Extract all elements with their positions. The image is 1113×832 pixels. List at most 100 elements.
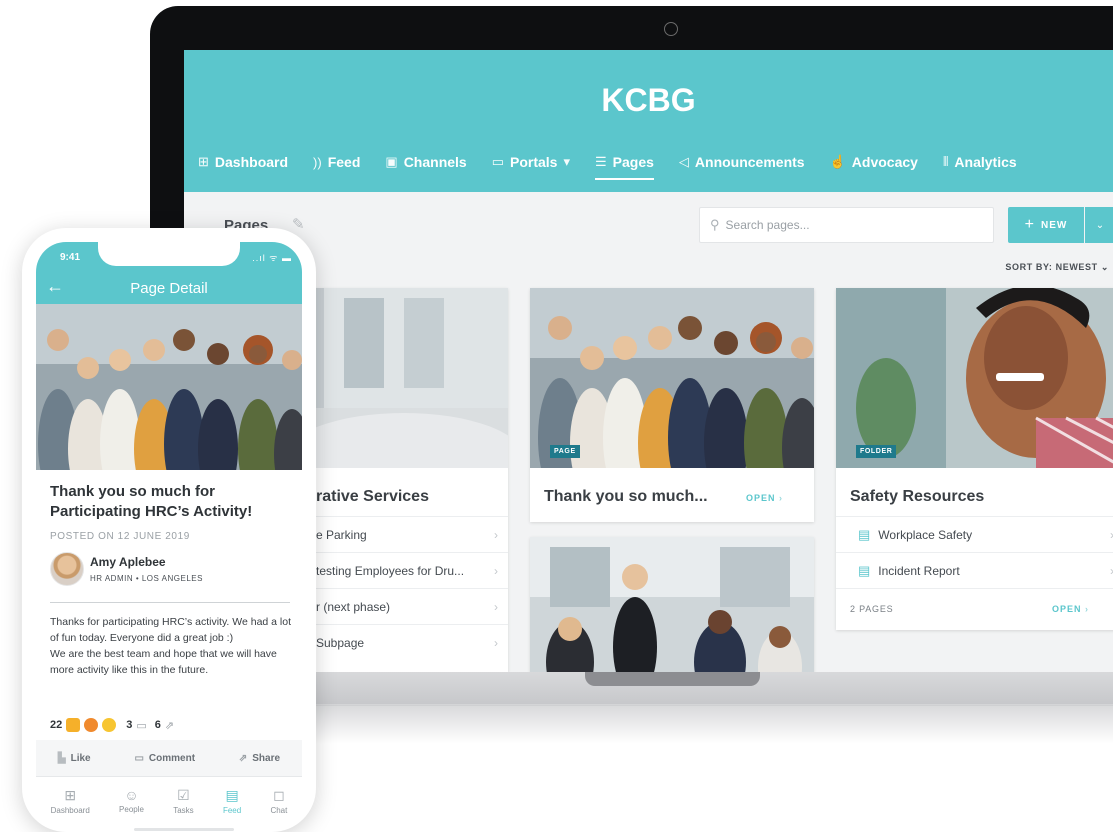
- list-item-label: Incident Report: [878, 563, 960, 578]
- bars-icon: ⫴: [942, 154, 949, 169]
- phone-screen: 9:41 ..ıl ᯤ ▬ ← Page Detail Thank you so…: [36, 242, 302, 832]
- nav-label: Advocacy: [851, 154, 918, 170]
- like-button[interactable]: ▙ Like: [58, 753, 91, 764]
- post-actions: ▙ Like ▭ Comment ⇗ Share: [36, 740, 302, 776]
- search-input[interactable]: [725, 218, 966, 232]
- app-header: KCBG ⊞ Dashboard )) Feed ▣ Channels ▭ Portal…: [184, 50, 1113, 192]
- thumb-icon: ▙: [57, 752, 66, 764]
- worker-photo: [836, 288, 1113, 468]
- post-body-paragraph: Thanks for participating HRC’s activity.…: [50, 616, 292, 644]
- main-nav: ⊞ Dashboard )) Feed ▣ Channels ▭ Portals ▾ ☰ P…: [198, 148, 1042, 180]
- laptop-screen: KCBG ⊞ Dashboard )) Feed ▣ Channels ▭ Portal…: [184, 50, 1113, 672]
- share-count: 6: [154, 719, 161, 731]
- tv-icon: ▣: [385, 154, 398, 169]
- card-image: FOLDER: [836, 288, 1113, 468]
- tab-dashboard[interactable]: ⊞ Dashboard: [51, 787, 90, 815]
- share-label: Share: [252, 752, 281, 764]
- nav-item-portals[interactable]: ▭ Portals ▾: [492, 148, 570, 176]
- search-box: ⚲: [699, 207, 994, 243]
- like-emoji-icon: [66, 718, 81, 732]
- nav-label: Dashboard: [214, 154, 289, 170]
- nav-label: Portals: [510, 154, 558, 170]
- page-count: 2 PAGES: [850, 604, 894, 614]
- chat-icon: ◻: [273, 786, 285, 803]
- share-icon: ⇗: [164, 719, 175, 732]
- sort-dropdown[interactable]: SORT BY: NEWEST ⌄: [1005, 262, 1109, 273]
- nav-label: Analytics: [954, 154, 1017, 170]
- card-thank-you[interactable]: PAGE Thank you so much... OPEN ›: [530, 288, 814, 522]
- share-icon: ⇗: [238, 752, 248, 764]
- bottom-tab-bar: ⊞ Dashboard ☺ People ☑ Tasks ▤ Feed ◻ Chat: [36, 776, 302, 824]
- comment-icon: ▭: [134, 752, 144, 764]
- team-photo: [530, 288, 814, 468]
- search-icon: ⚲: [710, 217, 720, 232]
- page-icon: ☰: [595, 154, 607, 169]
- list-item-label: e Parking: [316, 527, 367, 542]
- list-item-label: testing Employees for Dru...: [316, 563, 465, 578]
- nav-item-analytics[interactable]: ⫴ Analytics: [943, 148, 1017, 176]
- laptop-shadow: [260, 704, 1113, 744]
- list-item-workplace-safety[interactable]: ▤Workplace Safety›: [836, 516, 1113, 552]
- post-body-paragraph: We are the best team and hope that we wi…: [50, 648, 277, 676]
- nav-item-advocacy[interactable]: ☝ Advocacy: [830, 148, 918, 176]
- pages-toolbar: Pages ✎ ⚲ +NEW ⌄: [184, 207, 1113, 243]
- feed-icon: ▤: [225, 786, 239, 803]
- list-item-incident-report[interactable]: ▤Incident Report›: [836, 552, 1113, 588]
- nav-item-pages[interactable]: ☰ Pages: [595, 148, 654, 180]
- document-icon: ▤: [858, 562, 871, 578]
- laptop-notch: [585, 672, 760, 686]
- tab-people[interactable]: ☺ People: [119, 787, 144, 814]
- list-item-label: Subpage: [316, 635, 365, 650]
- hand-icon: ☝: [829, 154, 846, 169]
- comment-count: 3: [126, 719, 133, 731]
- edit-icon[interactable]: ✎: [292, 215, 305, 233]
- avatar[interactable]: [50, 552, 84, 586]
- nav-item-channels[interactable]: ▣ Channels: [385, 148, 466, 176]
- tab-feed[interactable]: ▤ Feed: [223, 787, 241, 815]
- reaction-count: 22: [50, 719, 63, 731]
- chevron-right-icon: ›: [1085, 604, 1090, 614]
- page-tag: PAGE: [550, 445, 580, 458]
- tab-label: People: [119, 805, 144, 814]
- nav-label: Feed: [327, 154, 361, 170]
- author-name[interactable]: Amy Aplebee: [90, 555, 166, 569]
- open-label: OPEN: [746, 493, 776, 503]
- card-title: rative Services: [316, 488, 429, 505]
- nav-item-dashboard[interactable]: ⊞ Dashboard: [198, 148, 288, 176]
- tab-label: Chat: [270, 805, 288, 815]
- nav-item-announcements[interactable]: ◁ Announcements: [679, 148, 805, 176]
- divider: [836, 588, 1113, 589]
- tab-tasks[interactable]: ☑ Tasks: [173, 787, 193, 815]
- comment-button[interactable]: ▭ Comment: [134, 753, 195, 764]
- people-icon: ☺: [124, 787, 139, 803]
- comment-label: Comment: [148, 752, 196, 764]
- open-link[interactable]: OPEN ›: [746, 493, 783, 503]
- office-team-photo: [530, 537, 814, 672]
- chevron-down-icon: ▾: [563, 154, 570, 169]
- card-image: PAGE: [530, 288, 814, 468]
- open-link[interactable]: OPEN ›: [1052, 604, 1089, 614]
- chevron-right-icon: ›: [494, 599, 498, 614]
- nav-label: Pages: [612, 154, 654, 170]
- share-button[interactable]: ⇗ Share: [239, 753, 280, 764]
- card-safety-resources[interactable]: FOLDER Safety Resources ▤ Workplace Safet…: [836, 288, 1113, 630]
- folder-tag: FOLDER: [856, 445, 897, 458]
- list-item-label: r (next phase): [316, 599, 391, 614]
- comment-icon: ▭: [136, 719, 147, 732]
- team-photo: [36, 304, 302, 470]
- new-dropdown-button[interactable]: ⌄: [1085, 207, 1113, 243]
- tab-label: Dashboard: [50, 805, 90, 815]
- like-label: Like: [70, 752, 91, 764]
- card-title: Thank you so much...: [544, 488, 708, 505]
- card-office-photo[interactable]: [530, 537, 814, 672]
- post-image: [36, 304, 302, 470]
- chevron-right-icon: ›: [494, 527, 498, 542]
- nav-item-feed[interactable]: )) Feed: [313, 148, 360, 176]
- angry-emoji-icon: [84, 718, 99, 732]
- marketing-stage: KCBG ⊞ Dashboard )) Feed ▣ Channels ▭ Portal…: [0, 0, 1113, 832]
- reaction-summary[interactable]: 22 3 ▭ 6 ⇗: [50, 718, 174, 732]
- home-indicator: [134, 828, 234, 831]
- tab-chat[interactable]: ◻ Chat: [270, 787, 287, 815]
- megaphone-icon: ◁: [678, 154, 689, 169]
- new-button[interactable]: + NEW: [1008, 207, 1084, 243]
